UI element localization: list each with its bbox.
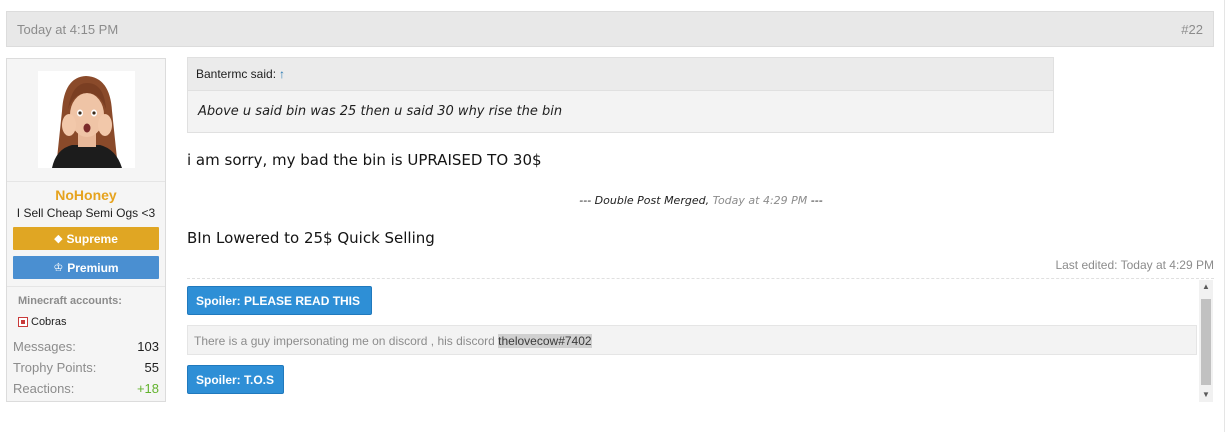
quote-author: Bantermc said: bbox=[196, 67, 277, 81]
double-post-merged: --- Double Post Merged, Today at 4:29 PM… bbox=[0, 194, 1232, 207]
post-header: Today at 4:15 PM #22 bbox=[6, 11, 1214, 47]
diamond-icon: ◆ bbox=[54, 233, 63, 245]
signature-divider bbox=[187, 278, 1214, 279]
avatar[interactable] bbox=[38, 71, 135, 168]
quote-block: Bantermc said: ↑ Above u said bin was 25 … bbox=[187, 57, 1054, 133]
signature-notice: There is a guy impersonating me on disco… bbox=[187, 325, 1197, 355]
minecraft-account-item: Cobras bbox=[18, 316, 66, 328]
quote-header: Bantermc said: ↑ bbox=[188, 58, 1053, 91]
quote-text: Above u said bin was 25 then u said 30 w… bbox=[198, 104, 563, 119]
supreme-banner: ◆ Supreme bbox=[13, 227, 159, 250]
spoiler-tos-button[interactable]: Spoiler: T.O.S bbox=[187, 365, 284, 394]
scroll-thumb[interactable] bbox=[1201, 299, 1211, 385]
stat-value: 103 bbox=[137, 339, 159, 354]
stat-value: +18 bbox=[136, 381, 159, 396]
message-line-1: i am sorry, my bad the bin is UPRAISED T… bbox=[187, 151, 542, 169]
trophy-icon: ♔ bbox=[53, 262, 64, 274]
user-info-panel: NoHoney I Sell Cheap Semi Ogs <3 ◆ Supre… bbox=[6, 58, 166, 402]
supreme-banner-label: Supreme bbox=[66, 231, 118, 246]
premium-banner: ♔ Premium bbox=[13, 256, 159, 279]
jump-to-quote-icon[interactable]: ↑ bbox=[279, 67, 285, 81]
post-date[interactable]: Today at 4:15 PM bbox=[17, 22, 118, 37]
stat-value[interactable]: 55 bbox=[145, 360, 159, 375]
premium-banner-label: Premium bbox=[67, 260, 119, 275]
last-edited: Last edited: Today at 4:29 PM bbox=[1055, 258, 1214, 272]
stat-label: Messages: bbox=[13, 339, 76, 354]
post-number[interactable]: #22 bbox=[1181, 22, 1203, 37]
minecraft-accounts-label: Minecraft accounts: bbox=[18, 295, 122, 307]
message-line-2: BIn Lowered to 25$ Quick Selling bbox=[187, 229, 435, 247]
merged-time: Today at 4:29 PM bbox=[712, 194, 808, 207]
stat-label: Reactions: bbox=[13, 381, 75, 396]
avatar-image bbox=[38, 71, 135, 168]
stat-reactions: Reactions: +18 bbox=[13, 381, 159, 396]
stat-trophy-points: Trophy Points: 55 bbox=[13, 360, 159, 375]
avatar-divider bbox=[7, 181, 165, 182]
signature-scrollbar[interactable]: ▲ ▼ bbox=[1199, 280, 1213, 402]
discord-handle[interactable]: thelovecow#7402 bbox=[498, 334, 592, 348]
minecraft-account-name: Cobras bbox=[31, 316, 67, 328]
spoiler-please-read-button[interactable]: Spoiler: PLEASE READ THIS bbox=[187, 286, 372, 315]
stat-messages: Messages: 103 bbox=[13, 339, 159, 354]
user-fields-divider bbox=[7, 286, 165, 287]
stat-label: Trophy Points: bbox=[13, 360, 97, 375]
scroll-up-icon[interactable]: ▲ bbox=[1199, 280, 1213, 294]
scroll-down-icon[interactable]: ▼ bbox=[1199, 388, 1213, 402]
signature-notice-text: There is a guy impersonating me on disco… bbox=[194, 334, 495, 348]
user-title: I Sell Cheap Semi Ogs <3 bbox=[16, 206, 156, 220]
minecraft-icon bbox=[18, 317, 28, 327]
merged-prefix: --- Double Post Merged, bbox=[579, 194, 710, 207]
merged-suffix: --- bbox=[810, 194, 823, 207]
page-edge-divider bbox=[1224, 0, 1225, 432]
